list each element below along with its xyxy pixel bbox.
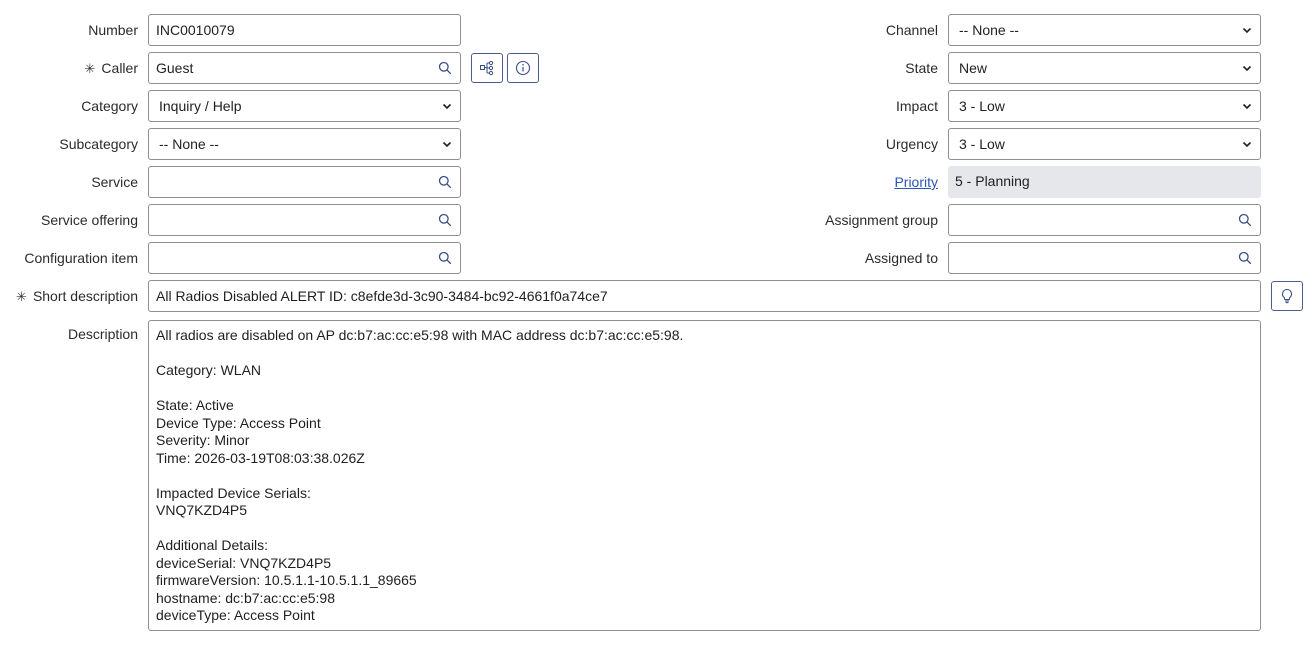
assignment-group-field[interactable] — [948, 204, 1230, 236]
info-button[interactable] — [507, 53, 539, 83]
channel-label-wrap: Channel — [700, 20, 938, 42]
number-field[interactable]: INC0010079 — [148, 14, 461, 46]
caller-label-wrap: ✳ Caller — [0, 58, 138, 80]
short-description-field[interactable]: All Radios Disabled ALERT ID: c8efde3d-3… — [148, 280, 1261, 312]
impact-label: Impact — [895, 98, 938, 114]
channel-selected: -- None -- — [959, 22, 1019, 38]
state-label-wrap: State — [700, 58, 938, 80]
impact-select[interactable]: 3 - Low — [948, 90, 1261, 122]
assignment-group-label: Assignment group — [825, 212, 938, 228]
service-offering-label: Service offering — [40, 212, 138, 228]
impact-label-wrap: Impact — [700, 96, 938, 118]
subcategory-selected: -- None -- — [159, 136, 219, 152]
configuration-item-lookup-button[interactable] — [429, 242, 461, 274]
chevron-down-icon — [1242, 141, 1252, 148]
impact-selected: 3 - Low — [959, 98, 1005, 114]
assigned-to-field[interactable] — [948, 242, 1230, 274]
configuration-item-label: Configuration item — [24, 250, 138, 266]
asterisk-icon: ✳ — [16, 289, 27, 304]
caller-label: ✳ Caller — [0, 58, 138, 79]
description-label-wrap: Description — [0, 324, 138, 346]
chevron-down-icon — [1242, 103, 1252, 110]
caller-field[interactable]: Guest — [148, 52, 430, 84]
info-icon — [515, 60, 531, 76]
service-offering-lookup-button[interactable] — [429, 204, 461, 236]
subcategory-select[interactable]: -- None -- — [148, 128, 461, 160]
assigned-to-label-wrap: Assigned to — [700, 248, 938, 270]
search-icon — [438, 213, 451, 227]
search-icon — [1238, 251, 1251, 265]
search-icon — [438, 251, 451, 265]
assigned-to-label: Assigned to — [864, 250, 938, 266]
chevron-down-icon — [442, 103, 452, 110]
number-label: Number — [88, 22, 138, 38]
short-description-label: ✳ Short description — [0, 286, 138, 307]
suggest-button[interactable] — [1271, 281, 1303, 311]
priority-label-wrap: Priority — [700, 172, 938, 194]
service-label-wrap: Service — [0, 172, 138, 194]
short-description-label-text: Short description — [32, 288, 138, 304]
state-label: State — [905, 60, 938, 76]
lightbulb-icon — [1282, 288, 1292, 304]
service-label: Service — [91, 174, 138, 190]
chevron-down-icon — [1242, 27, 1252, 34]
assignment-group-label-wrap: Assignment group — [700, 210, 938, 232]
description-label: Description — [67, 326, 138, 342]
dependency-map-icon — [480, 60, 494, 76]
chevron-down-icon — [442, 141, 452, 148]
configuration-item-field[interactable] — [148, 242, 430, 274]
configuration-item-label-wrap: Configuration item — [0, 248, 138, 270]
chevron-down-icon — [1242, 65, 1252, 72]
category-label-wrap: Category — [0, 96, 138, 118]
service-field[interactable] — [148, 166, 430, 198]
priority-link[interactable]: Priority — [894, 172, 938, 192]
subcategory-label: Subcategory — [59, 136, 138, 152]
service-offering-label-wrap: Service offering — [0, 210, 138, 232]
category-label: Category — [81, 98, 138, 114]
short-description-label-wrap: ✳ Short description — [0, 286, 138, 308]
number-label-wrap: Number — [0, 20, 138, 42]
description-textarea[interactable]: All radios are disabled on AP dc:b7:ac:c… — [148, 320, 1261, 631]
assigned-to-lookup-button[interactable] — [1229, 242, 1261, 274]
urgency-select[interactable]: 3 - Low — [948, 128, 1261, 160]
priority-field: 5 - Planning — [948, 166, 1261, 198]
state-selected: New — [959, 60, 988, 76]
search-icon — [438, 175, 451, 189]
category-selected: Inquiry / Help — [159, 98, 242, 114]
urgency-selected: 3 - Low — [959, 136, 1005, 152]
search-icon — [438, 61, 451, 75]
caller-label-text: Caller — [101, 60, 138, 76]
assignment-group-lookup-button[interactable] — [1229, 204, 1261, 236]
caller-lookup-button[interactable] — [429, 52, 461, 84]
dependency-map-button[interactable] — [471, 53, 503, 83]
subcategory-label-wrap: Subcategory — [0, 134, 138, 156]
urgency-label-wrap: Urgency — [700, 134, 938, 156]
service-lookup-button[interactable] — [429, 166, 461, 198]
asterisk-icon: ✳ — [84, 61, 96, 76]
category-select[interactable]: Inquiry / Help — [148, 90, 461, 122]
channel-label: Channel — [885, 22, 938, 38]
channel-select[interactable]: -- None -- — [948, 14, 1261, 46]
service-offering-field[interactable] — [148, 204, 430, 236]
urgency-label: Urgency — [885, 136, 938, 152]
search-icon — [1238, 213, 1251, 227]
state-select[interactable]: New — [948, 52, 1261, 84]
